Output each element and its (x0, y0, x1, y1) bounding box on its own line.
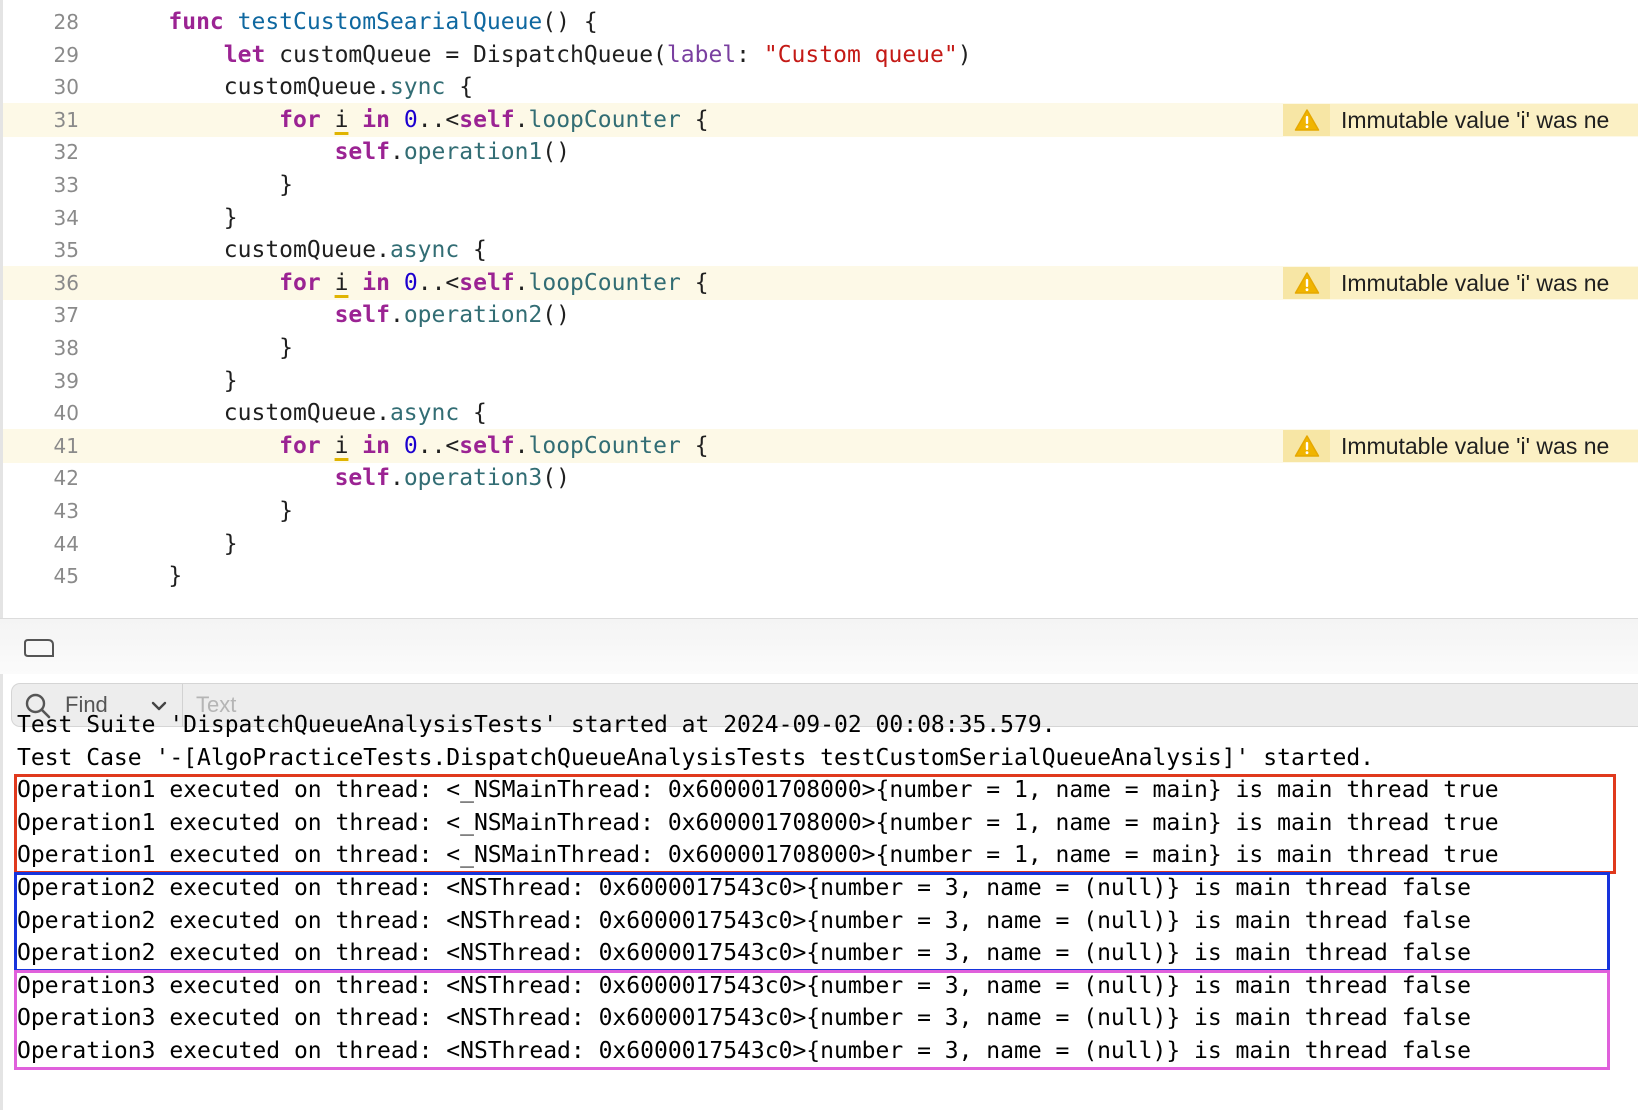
code-text[interactable]: let customQueue = DispatchQueue(label: "… (113, 38, 972, 72)
code-line[interactable]: 33 } (3, 168, 1638, 202)
console-output-line: Test Suite 'DispatchQueueAnalysisTests' … (17, 712, 1056, 738)
line-number[interactable]: 44 (3, 527, 79, 561)
line-number[interactable]: 37 (3, 298, 79, 332)
code-text[interactable]: for i in 0..<self.loopCounter { (113, 103, 708, 137)
line-number[interactable]: 42 (3, 461, 79, 495)
code-line[interactable]: 39 } (3, 364, 1638, 398)
operation3-highlight-box (14, 969, 1610, 1070)
line-number[interactable]: 28 (3, 5, 79, 39)
code-line[interactable]: 34 } (3, 201, 1638, 235)
code-text[interactable]: } (113, 201, 238, 235)
line-number[interactable]: 45 (3, 559, 79, 593)
warning-message: Immutable value 'i' was ne (1341, 432, 1610, 459)
line-number[interactable]: 38 (3, 331, 79, 365)
code-line[interactable]: 29 let customQueue = DispatchQueue(label… (3, 38, 1638, 72)
warning-annotation[interactable]: Immutable value 'i' was ne (1283, 103, 1638, 136)
warning-triangle-icon (1283, 266, 1330, 299)
line-number[interactable]: 34 (3, 201, 79, 235)
line-number[interactable]: 41 (3, 429, 79, 463)
line-number[interactable]: 35 (3, 233, 79, 267)
code-line[interactable]: 28 func testCustomSearialQueue() { (3, 5, 1638, 39)
code-line[interactable]: 38 } (3, 331, 1638, 365)
code-line[interactable]: 36 for i in 0..<self.loopCounter { Immuta… (3, 265, 1638, 300)
code-line[interactable]: 44 } (3, 527, 1638, 561)
code-line[interactable]: 41 for i in 0..<self.loopCounter { Immuta… (3, 428, 1638, 463)
line-number[interactable]: 33 (3, 168, 79, 202)
warning-message: Immutable value 'i' was ne (1341, 269, 1610, 296)
line-number[interactable]: 43 (3, 494, 79, 528)
code-text[interactable]: self.operation2() (113, 298, 570, 332)
code-editor[interactable]: 28 func testCustomSearialQueue() {29 let… (0, 0, 1638, 618)
line-number[interactable]: 31 (3, 103, 79, 137)
code-text[interactable]: } (113, 559, 182, 593)
code-text[interactable]: self.operation3() (113, 461, 570, 495)
code-text[interactable]: self.operation1() (113, 135, 570, 169)
code-line[interactable]: 37 self.operation2() (3, 298, 1638, 332)
code-text[interactable]: for i in 0..<self.loopCounter { (113, 429, 708, 463)
warning-triangle-icon (1283, 103, 1330, 136)
code-line[interactable]: 42 self.operation3() (3, 461, 1638, 495)
code-text[interactable]: customQueue.async { (113, 233, 487, 267)
code-text[interactable]: } (113, 168, 293, 202)
code-text[interactable]: } (113, 331, 293, 365)
editor-console-divider[interactable] (0, 618, 1638, 674)
console-output-line: Test Case '-[AlgoPracticeTests.DispatchQ… (17, 744, 1375, 771)
code-text[interactable]: customQueue.sync { (113, 70, 473, 104)
code-text[interactable]: } (113, 494, 293, 528)
warning-message: Immutable value 'i' was ne (1341, 106, 1610, 133)
line-number[interactable]: 36 (3, 266, 79, 300)
warning-triangle-icon (1283, 429, 1330, 462)
warning-annotation[interactable]: Immutable value 'i' was ne (1283, 266, 1638, 299)
line-number[interactable]: 39 (3, 364, 79, 398)
code-line[interactable]: 43 } (3, 494, 1638, 528)
line-number[interactable]: 40 (3, 396, 79, 430)
code-text[interactable]: func testCustomSearialQueue() { (113, 5, 597, 39)
line-number[interactable]: 30 (3, 70, 79, 104)
code-line[interactable]: 32 self.operation1() (3, 135, 1638, 169)
line-number[interactable]: 29 (3, 38, 79, 72)
warning-annotation[interactable]: Immutable value 'i' was ne (1283, 429, 1638, 462)
code-line[interactable]: 35 customQueue.async { (3, 233, 1638, 267)
code-line[interactable]: 30 customQueue.sync { (3, 70, 1638, 104)
code-text[interactable]: } (113, 364, 238, 398)
line-number[interactable]: 32 (3, 135, 79, 169)
code-line[interactable]: 31 for i in 0..<self.loopCounter { Immuta… (3, 102, 1638, 137)
operation1-highlight-box (14, 774, 1616, 874)
minimap-toggle-icon[interactable] (24, 638, 56, 662)
debug-console: Find Test Suite 'DispatchQueueAnalysisTe… (0, 674, 1638, 1110)
code-line[interactable]: 40 customQueue.async { (3, 396, 1638, 430)
code-text[interactable]: } (113, 527, 238, 561)
code-text[interactable]: for i in 0..<self.loopCounter { (113, 266, 708, 300)
code-text[interactable]: customQueue.async { (113, 396, 487, 430)
code-line[interactable]: 45 } (3, 559, 1638, 593)
operation2-highlight-box (14, 872, 1610, 972)
